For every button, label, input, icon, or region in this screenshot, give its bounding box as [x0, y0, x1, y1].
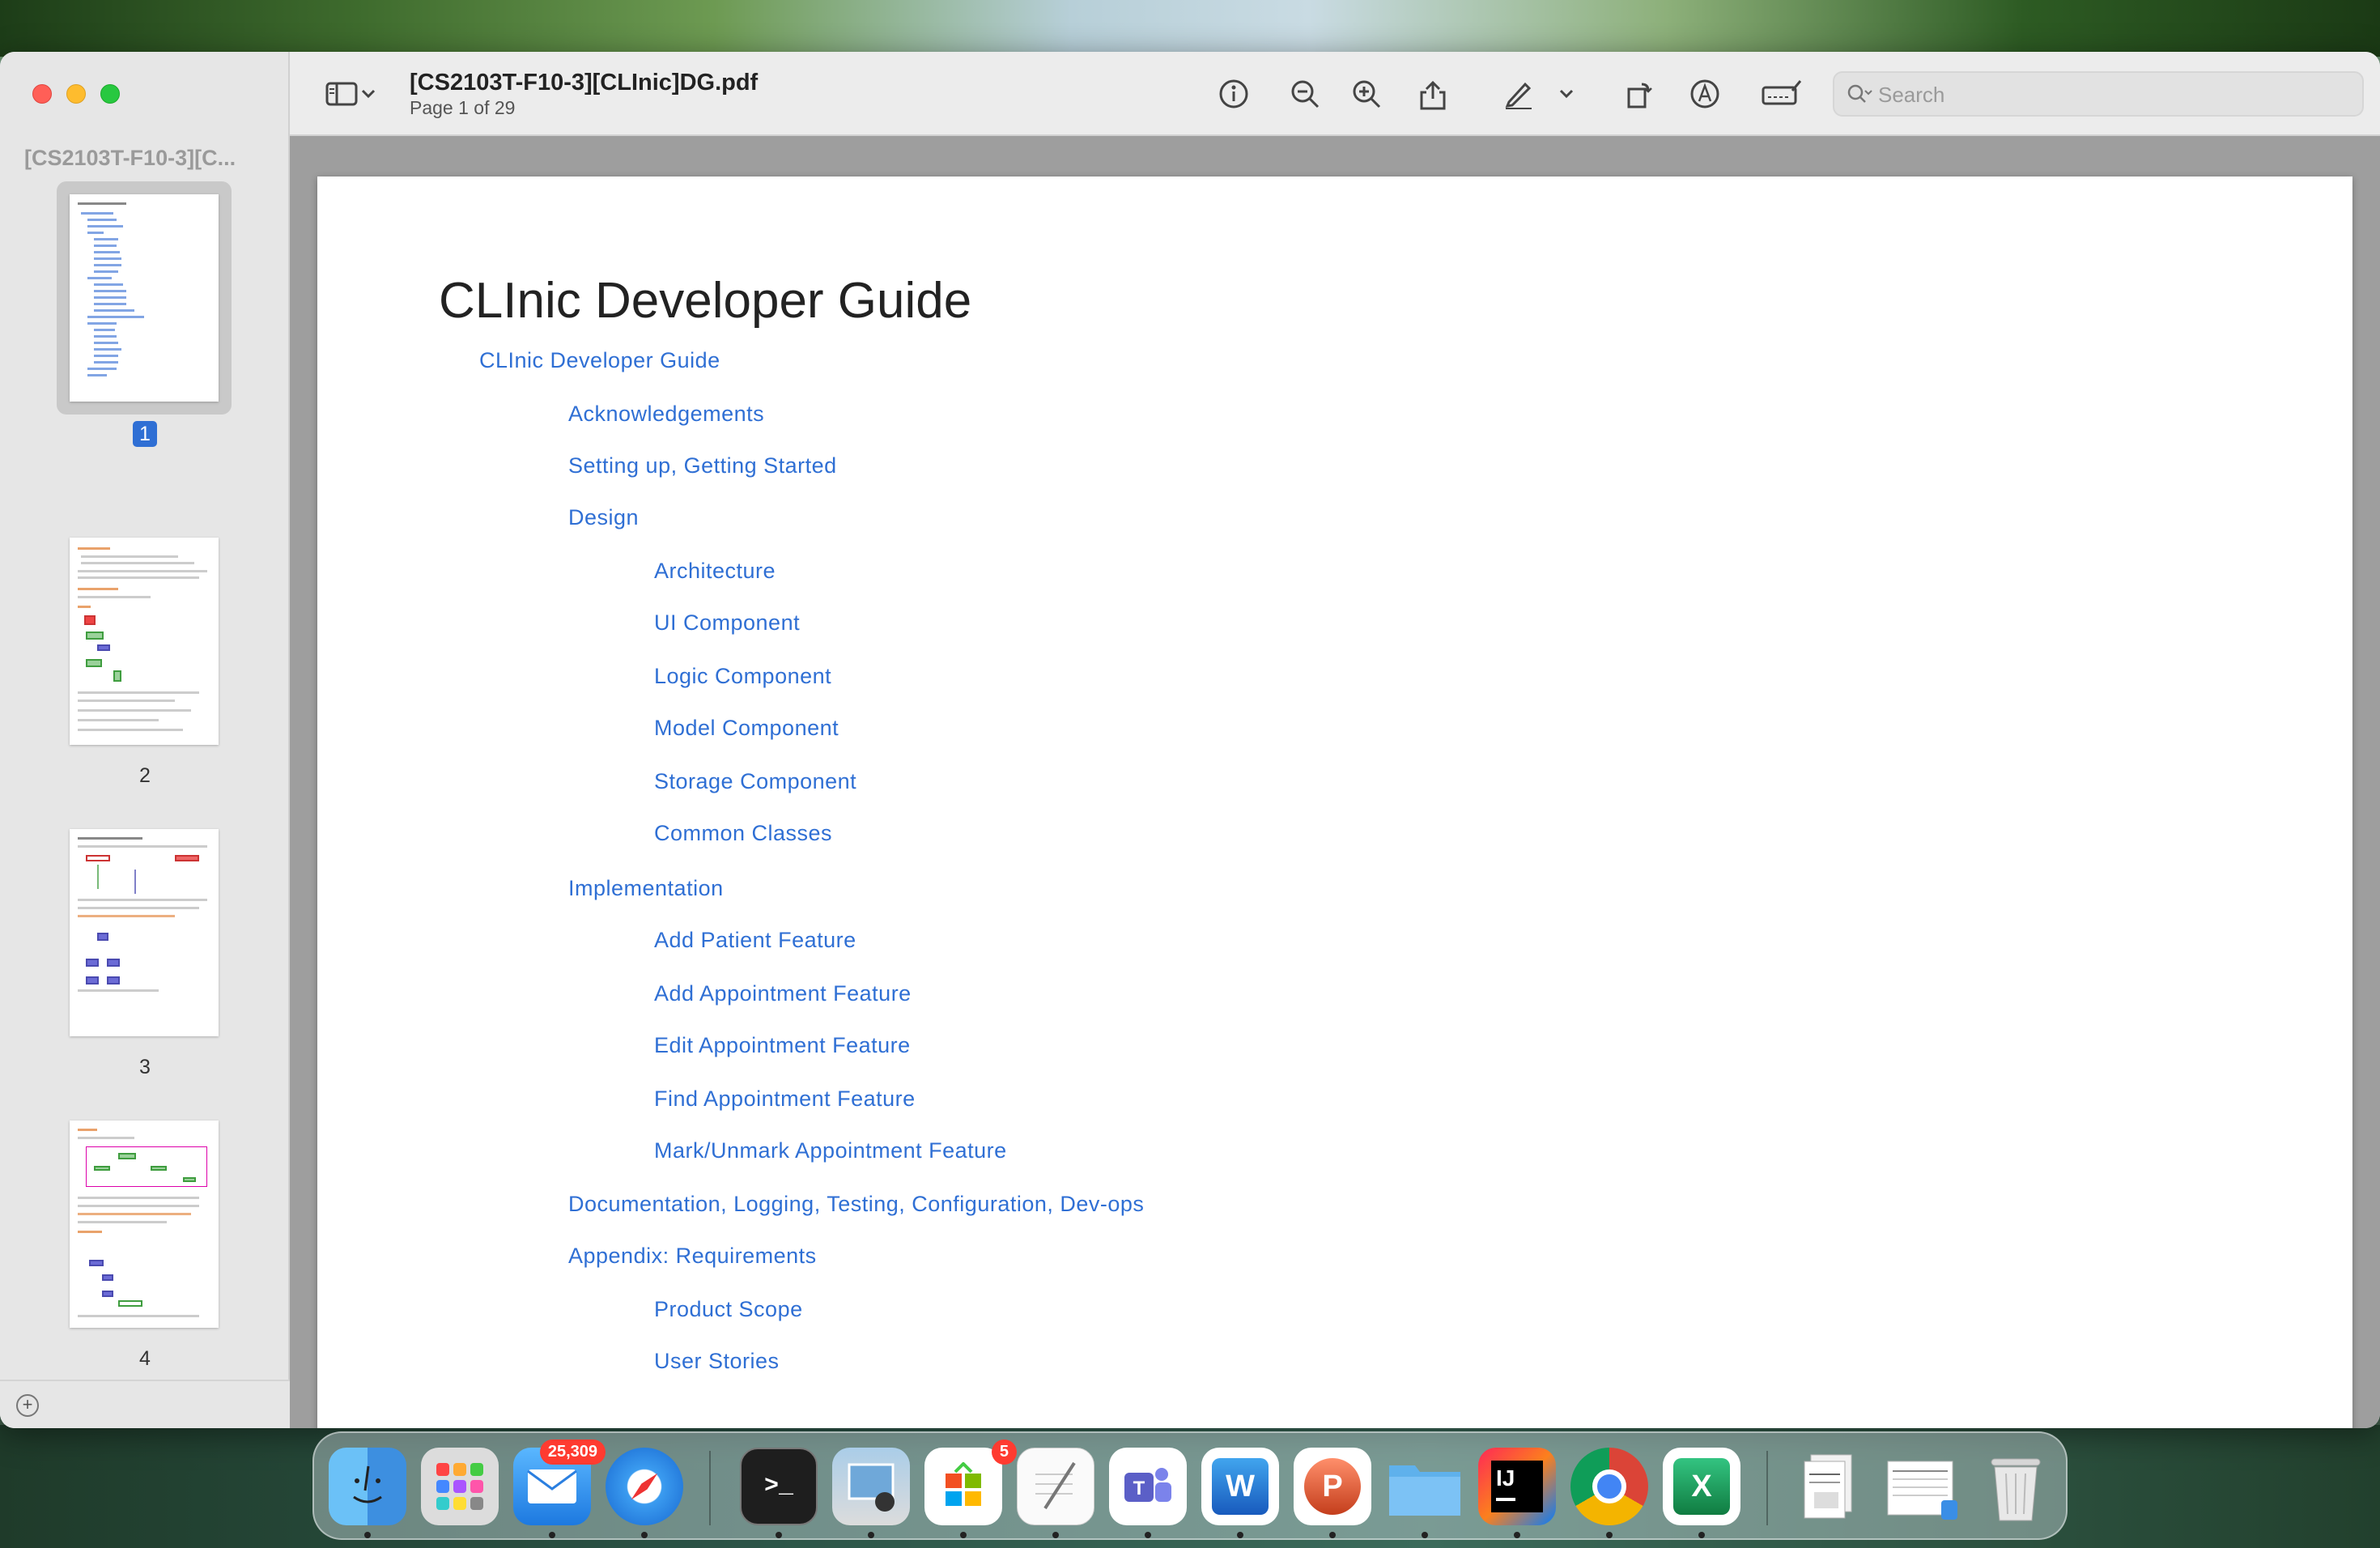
preview-window: [CS2103T-F10-3][C... 1 2 3 4 + [CS2103T-… — [0, 52, 2380, 1428]
toc-link[interactable]: Add Appointment Feature — [654, 981, 912, 1006]
toc-link[interactable]: Product Scope — [654, 1297, 803, 1322]
toc-link[interactable]: Design — [568, 505, 639, 530]
toc-link[interactable]: Edit Appointment Feature — [654, 1033, 911, 1058]
preview-icon[interactable] — [832, 1448, 910, 1525]
sidebar-footer: + — [0, 1380, 290, 1428]
finder-icon[interactable] — [329, 1448, 406, 1525]
thumbnail-page-image — [70, 538, 219, 745]
launchpad-icon[interactable] — [421, 1448, 499, 1525]
fullscreen-window-button[interactable] — [100, 84, 120, 104]
downloads-stack-icon[interactable] — [1885, 1448, 1962, 1525]
sidebar-document-title: [CS2103T-F10-3][C... — [24, 146, 236, 170]
mail-badge: 25,309 — [539, 1440, 606, 1465]
teams-icon[interactable]: T — [1109, 1448, 1187, 1525]
thumbnail-sidebar: [CS2103T-F10-3][C... 1 2 3 4 + — [0, 52, 290, 1428]
store-badge: 5 — [991, 1440, 1017, 1465]
toc-link[interactable]: Implementation — [568, 876, 724, 901]
signature-icon[interactable] — [1758, 74, 1804, 113]
safari-icon[interactable] — [606, 1448, 683, 1525]
minimize-window-button[interactable] — [66, 84, 86, 104]
thumbnail-label: 2 — [139, 764, 151, 787]
mail-icon[interactable]: 25,309 — [513, 1440, 606, 1525]
chevron-down-icon[interactable] — [1554, 74, 1579, 113]
chrome-icon[interactable] — [1570, 1448, 1648, 1525]
document-viewport[interactable]: CLInic Developer Guide CLInic Developer … — [290, 136, 2380, 1428]
document-title: [CS2103T-F10-3][CLInic]DG.pdf — [410, 70, 759, 96]
search-input[interactable] — [1878, 79, 2348, 110]
page-count: Page 1 of 29 — [410, 97, 516, 118]
info-icon[interactable] — [1214, 74, 1253, 113]
toc-link[interactable]: Appendix: Requirements — [568, 1244, 817, 1269]
rotate-icon[interactable] — [1619, 74, 1658, 113]
toc-link[interactable]: User Stories — [654, 1349, 780, 1374]
svg-text:T: T — [1133, 1478, 1145, 1499]
close-window-button[interactable] — [32, 84, 52, 104]
zoom-in-icon[interactable] — [1347, 74, 1386, 113]
toc-link[interactable]: Architecture — [654, 559, 776, 584]
toc-link[interactable]: Find Appointment Feature — [654, 1087, 916, 1112]
toc-link[interactable]: UI Component — [654, 610, 800, 636]
thumbnail-page-image — [70, 194, 219, 402]
toc-link[interactable]: Add Patient Feature — [654, 928, 856, 953]
toc-link[interactable]: Mark/Unmark Appointment Feature — [654, 1138, 1007, 1163]
powerpoint-icon[interactable]: P — [1294, 1448, 1371, 1525]
toc-link[interactable]: Documentation, Logging, Testing, Configu… — [568, 1192, 1144, 1217]
toc-link[interactable]: Setting up, Getting Started — [568, 453, 837, 478]
excel-icon[interactable]: X — [1663, 1448, 1740, 1525]
toc-link[interactable]: Acknowledgements — [568, 402, 764, 427]
search-icon — [1846, 83, 1873, 109]
toc-link[interactable]: Storage Component — [654, 769, 856, 794]
trash-icon[interactable] — [1977, 1448, 2055, 1525]
toc-link[interactable]: Common Classes — [654, 821, 832, 846]
toc-link[interactable]: CLInic Developer Guide — [479, 348, 720, 373]
thumbnail-label: 3 — [139, 1056, 151, 1078]
dock: 25,309 >_ 5 T W P IJ X — [312, 1431, 2068, 1540]
search-field[interactable] — [1833, 71, 2364, 117]
thumbnail-page-image — [70, 829, 219, 1036]
word-icon[interactable]: W — [1201, 1448, 1279, 1525]
window-controls — [32, 84, 120, 104]
add-page-icon[interactable]: + — [16, 1394, 39, 1417]
files-folder-icon[interactable] — [1386, 1448, 1464, 1525]
sidebar-toggle-icon[interactable] — [322, 74, 361, 113]
highlight-pen-icon[interactable] — [1499, 74, 1538, 113]
thumbnail-label: 4 — [139, 1347, 151, 1370]
thumbnail-label: 1 — [0, 421, 290, 447]
chevron-down-icon[interactable] — [356, 74, 380, 113]
terminal-icon[interactable]: >_ — [740, 1448, 818, 1525]
share-icon[interactable] — [1413, 74, 1452, 113]
microsoft-store-icon[interactable]: 5 — [924, 1440, 1017, 1525]
zoom-out-icon[interactable] — [1286, 74, 1324, 113]
desktop-wallpaper — [0, 0, 2380, 57]
toc-link[interactable]: Logic Component — [654, 664, 831, 689]
markup-icon[interactable] — [1685, 74, 1724, 113]
page-title: CLInic Developer Guide — [439, 273, 972, 329]
pdf-page-1: CLInic Developer Guide CLInic Developer … — [317, 176, 2352, 1428]
document-stack-icon[interactable] — [1792, 1448, 1870, 1525]
toc-link[interactable]: Model Component — [654, 716, 839, 741]
toolbar: [CS2103T-F10-3][CLInic]DG.pdf Page 1 of … — [290, 52, 2380, 136]
thumbnail-page-image — [70, 1121, 219, 1328]
intellij-icon[interactable]: IJ — [1478, 1448, 1556, 1525]
textedit-icon[interactable] — [1017, 1448, 1094, 1525]
